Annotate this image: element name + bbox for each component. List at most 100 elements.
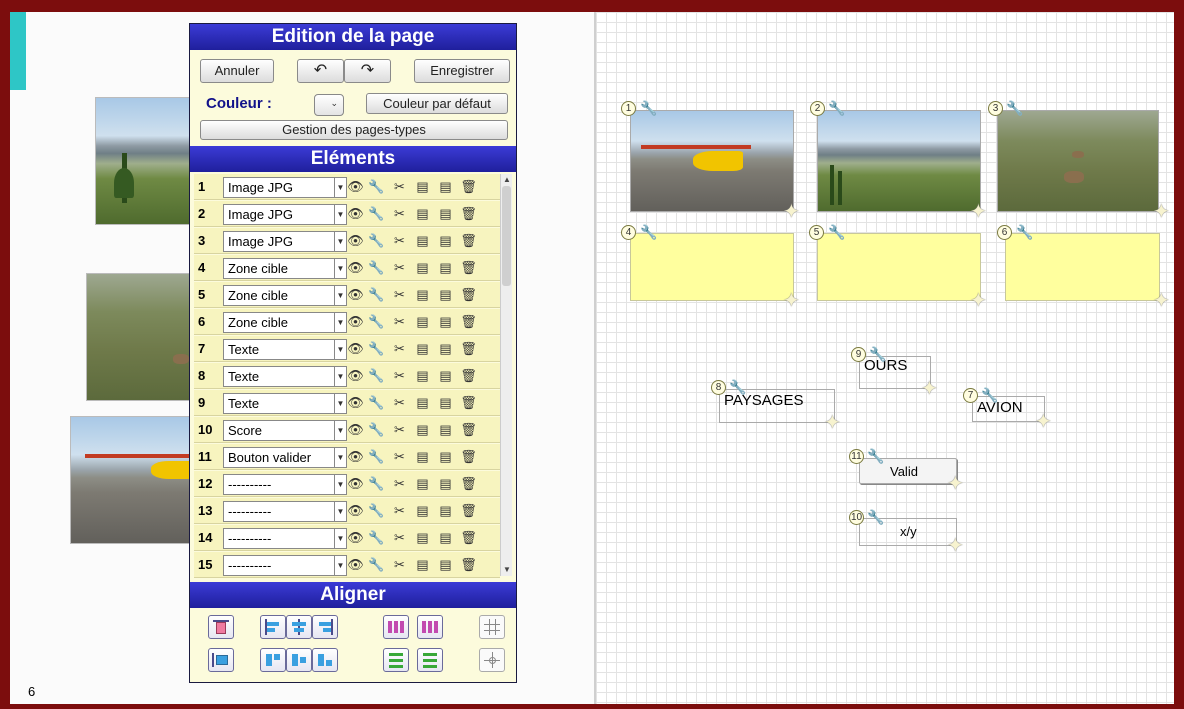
- scissors-icon[interactable]: ✂: [391, 286, 408, 304]
- chevron-down-icon[interactable]: ▼: [335, 420, 347, 441]
- align-right-button[interactable]: [312, 615, 338, 639]
- paste-icon[interactable]: ▤: [437, 475, 454, 493]
- copy-icon[interactable]: ▤: [414, 178, 431, 196]
- cancel-button[interactable]: Annuler: [200, 59, 274, 83]
- trash-icon[interactable]: 🗑: [460, 340, 477, 358]
- trash-icon[interactable]: 🗑: [460, 529, 477, 547]
- element-type-select[interactable]: Texte: [223, 393, 335, 414]
- eye-icon[interactable]: 👁: [347, 259, 364, 277]
- resize-handle-icon[interactable]: ✦: [921, 379, 938, 399]
- wrench-icon[interactable]: 🔧: [368, 205, 385, 223]
- trash-icon[interactable]: 🗑: [460, 421, 477, 439]
- align-bottom-button[interactable]: [208, 648, 234, 672]
- element-row[interactable]: 5 Zone cible ▼ 👁 🔧 ✂ ▤ ▤ 🗑: [194, 282, 500, 308]
- chevron-down-icon[interactable]: ▼: [335, 501, 347, 522]
- element-row[interactable]: 12 ---------- ▼ 👁 🔧 ✂ ▤ ▤ 🗑: [194, 471, 500, 497]
- element-row[interactable]: 8 Texte ▼ 👁 🔧 ✂ ▤ ▤ 🗑: [194, 363, 500, 389]
- default-color-button[interactable]: Couleur par défaut: [366, 93, 508, 114]
- grid-button[interactable]: [479, 615, 505, 639]
- align-left-button[interactable]: [260, 615, 286, 639]
- trash-icon[interactable]: 🗑: [460, 502, 477, 520]
- element-type-select[interactable]: Image JPG: [223, 177, 335, 198]
- trash-icon[interactable]: 🗑: [460, 448, 477, 466]
- paste-icon[interactable]: ▤: [437, 502, 454, 520]
- element-row[interactable]: 9 Texte ▼ 👁 🔧 ✂ ▤ ▤ 🗑: [194, 390, 500, 416]
- paste-icon[interactable]: ▤: [437, 529, 454, 547]
- copy-icon[interactable]: ▤: [414, 529, 431, 547]
- eye-icon[interactable]: 👁: [347, 232, 364, 250]
- scissors-icon[interactable]: ✂: [391, 502, 408, 520]
- element-row[interactable]: 3 Image JPG ▼ 👁 🔧 ✂ ▤ ▤ 🗑: [194, 228, 500, 254]
- wrench-icon[interactable]: 🔧: [368, 394, 385, 412]
- wrench-icon[interactable]: 🔧: [869, 347, 886, 361]
- eye-icon[interactable]: 👁: [347, 367, 364, 385]
- wrench-icon[interactable]: 🔧: [981, 388, 998, 402]
- scissors-icon[interactable]: ✂: [391, 367, 408, 385]
- element-row[interactable]: 4 Zone cible ▼ 👁 🔧 ✂ ▤ ▤ 🗑: [194, 255, 500, 281]
- crosshair-button[interactable]: [479, 648, 505, 672]
- chevron-down-icon[interactable]: ▼: [335, 231, 347, 252]
- chevron-down-icon[interactable]: ▼: [335, 474, 347, 495]
- elements-scrollbar[interactable]: ▲ ▼: [500, 174, 512, 576]
- wrench-icon[interactable]: 🔧: [640, 101, 657, 115]
- eye-icon[interactable]: 👁: [347, 556, 364, 574]
- wrench-icon[interactable]: 🔧: [368, 340, 385, 358]
- wrench-icon[interactable]: 🔧: [828, 225, 845, 239]
- scissors-icon[interactable]: ✂: [391, 313, 408, 331]
- element-type-select[interactable]: ----------: [223, 474, 335, 495]
- scissors-icon[interactable]: ✂: [391, 448, 408, 466]
- element-row[interactable]: 2 Image JPG ▼ 👁 🔧 ✂ ▤ ▤ 🗑: [194, 201, 500, 227]
- element-badge[interactable]: 3: [988, 101, 1003, 116]
- target-zone-4[interactable]: [630, 233, 794, 301]
- wrench-icon[interactable]: 🔧: [368, 502, 385, 520]
- eye-icon[interactable]: 👁: [347, 340, 364, 358]
- resize-handle-icon[interactable]: ✦: [783, 202, 800, 222]
- wrench-icon[interactable]: 🔧: [368, 556, 385, 574]
- eye-icon[interactable]: 👁: [347, 502, 364, 520]
- resize-handle-icon[interactable]: ✦: [970, 202, 987, 222]
- element-row[interactable]: 15 ---------- ▼ 👁 🔧 ✂ ▤ ▤ 🗑: [194, 552, 500, 578]
- scissors-icon[interactable]: ✂: [391, 205, 408, 223]
- canvas-image-2[interactable]: [817, 110, 981, 212]
- distribute-h-button[interactable]: [383, 615, 409, 639]
- copy-icon[interactable]: ▤: [414, 502, 431, 520]
- element-type-select[interactable]: ----------: [223, 501, 335, 522]
- align-center-h-button[interactable]: [286, 615, 312, 639]
- align-top-edge-button[interactable]: [260, 648, 286, 672]
- element-row[interactable]: 1 Image JPG ▼ 👁 🔧 ✂ ▤ ▤ 🗑: [194, 174, 500, 200]
- distribute-h-space-button[interactable]: [417, 615, 443, 639]
- copy-icon[interactable]: ▤: [414, 556, 431, 574]
- element-badge[interactable]: 10: [849, 510, 864, 525]
- scissors-icon[interactable]: ✂: [391, 394, 408, 412]
- wrench-icon[interactable]: 🔧: [368, 178, 385, 196]
- target-zone-5[interactable]: [817, 233, 981, 301]
- align-middle-button[interactable]: [286, 648, 312, 672]
- copy-icon[interactable]: ▤: [414, 367, 431, 385]
- trash-icon[interactable]: 🗑: [460, 556, 477, 574]
- scissors-icon[interactable]: ✂: [391, 259, 408, 277]
- eye-icon[interactable]: 👁: [347, 178, 364, 196]
- trash-icon[interactable]: 🗑: [460, 367, 477, 385]
- eye-icon[interactable]: 👁: [347, 448, 364, 466]
- element-row[interactable]: 10 Score ▼ 👁 🔧 ✂ ▤ ▤ 🗑: [194, 417, 500, 443]
- color-picker[interactable]: ⌄: [314, 94, 344, 116]
- element-badge[interactable]: 11: [849, 449, 864, 464]
- element-badge[interactable]: 9: [851, 347, 866, 362]
- chevron-down-icon[interactable]: ▼: [335, 258, 347, 279]
- chevron-down-icon[interactable]: ▼: [335, 447, 347, 468]
- chevron-down-icon[interactable]: ▼: [335, 177, 347, 198]
- scissors-icon[interactable]: ✂: [391, 529, 408, 547]
- copy-icon[interactable]: ▤: [414, 475, 431, 493]
- chevron-down-icon[interactable]: ▼: [335, 393, 347, 414]
- element-type-select[interactable]: Score: [223, 420, 335, 441]
- element-badge[interactable]: 1: [621, 101, 636, 116]
- copy-icon[interactable]: ▤: [414, 232, 431, 250]
- trash-icon[interactable]: 🗑: [460, 475, 477, 493]
- trash-icon[interactable]: 🗑: [460, 232, 477, 250]
- eye-icon[interactable]: 👁: [347, 313, 364, 331]
- copy-icon[interactable]: ▤: [414, 286, 431, 304]
- resize-handle-icon[interactable]: ✦: [1153, 202, 1170, 222]
- copy-icon[interactable]: ▤: [414, 421, 431, 439]
- element-type-select[interactable]: Zone cible: [223, 285, 335, 306]
- wrench-icon[interactable]: 🔧: [1016, 225, 1033, 239]
